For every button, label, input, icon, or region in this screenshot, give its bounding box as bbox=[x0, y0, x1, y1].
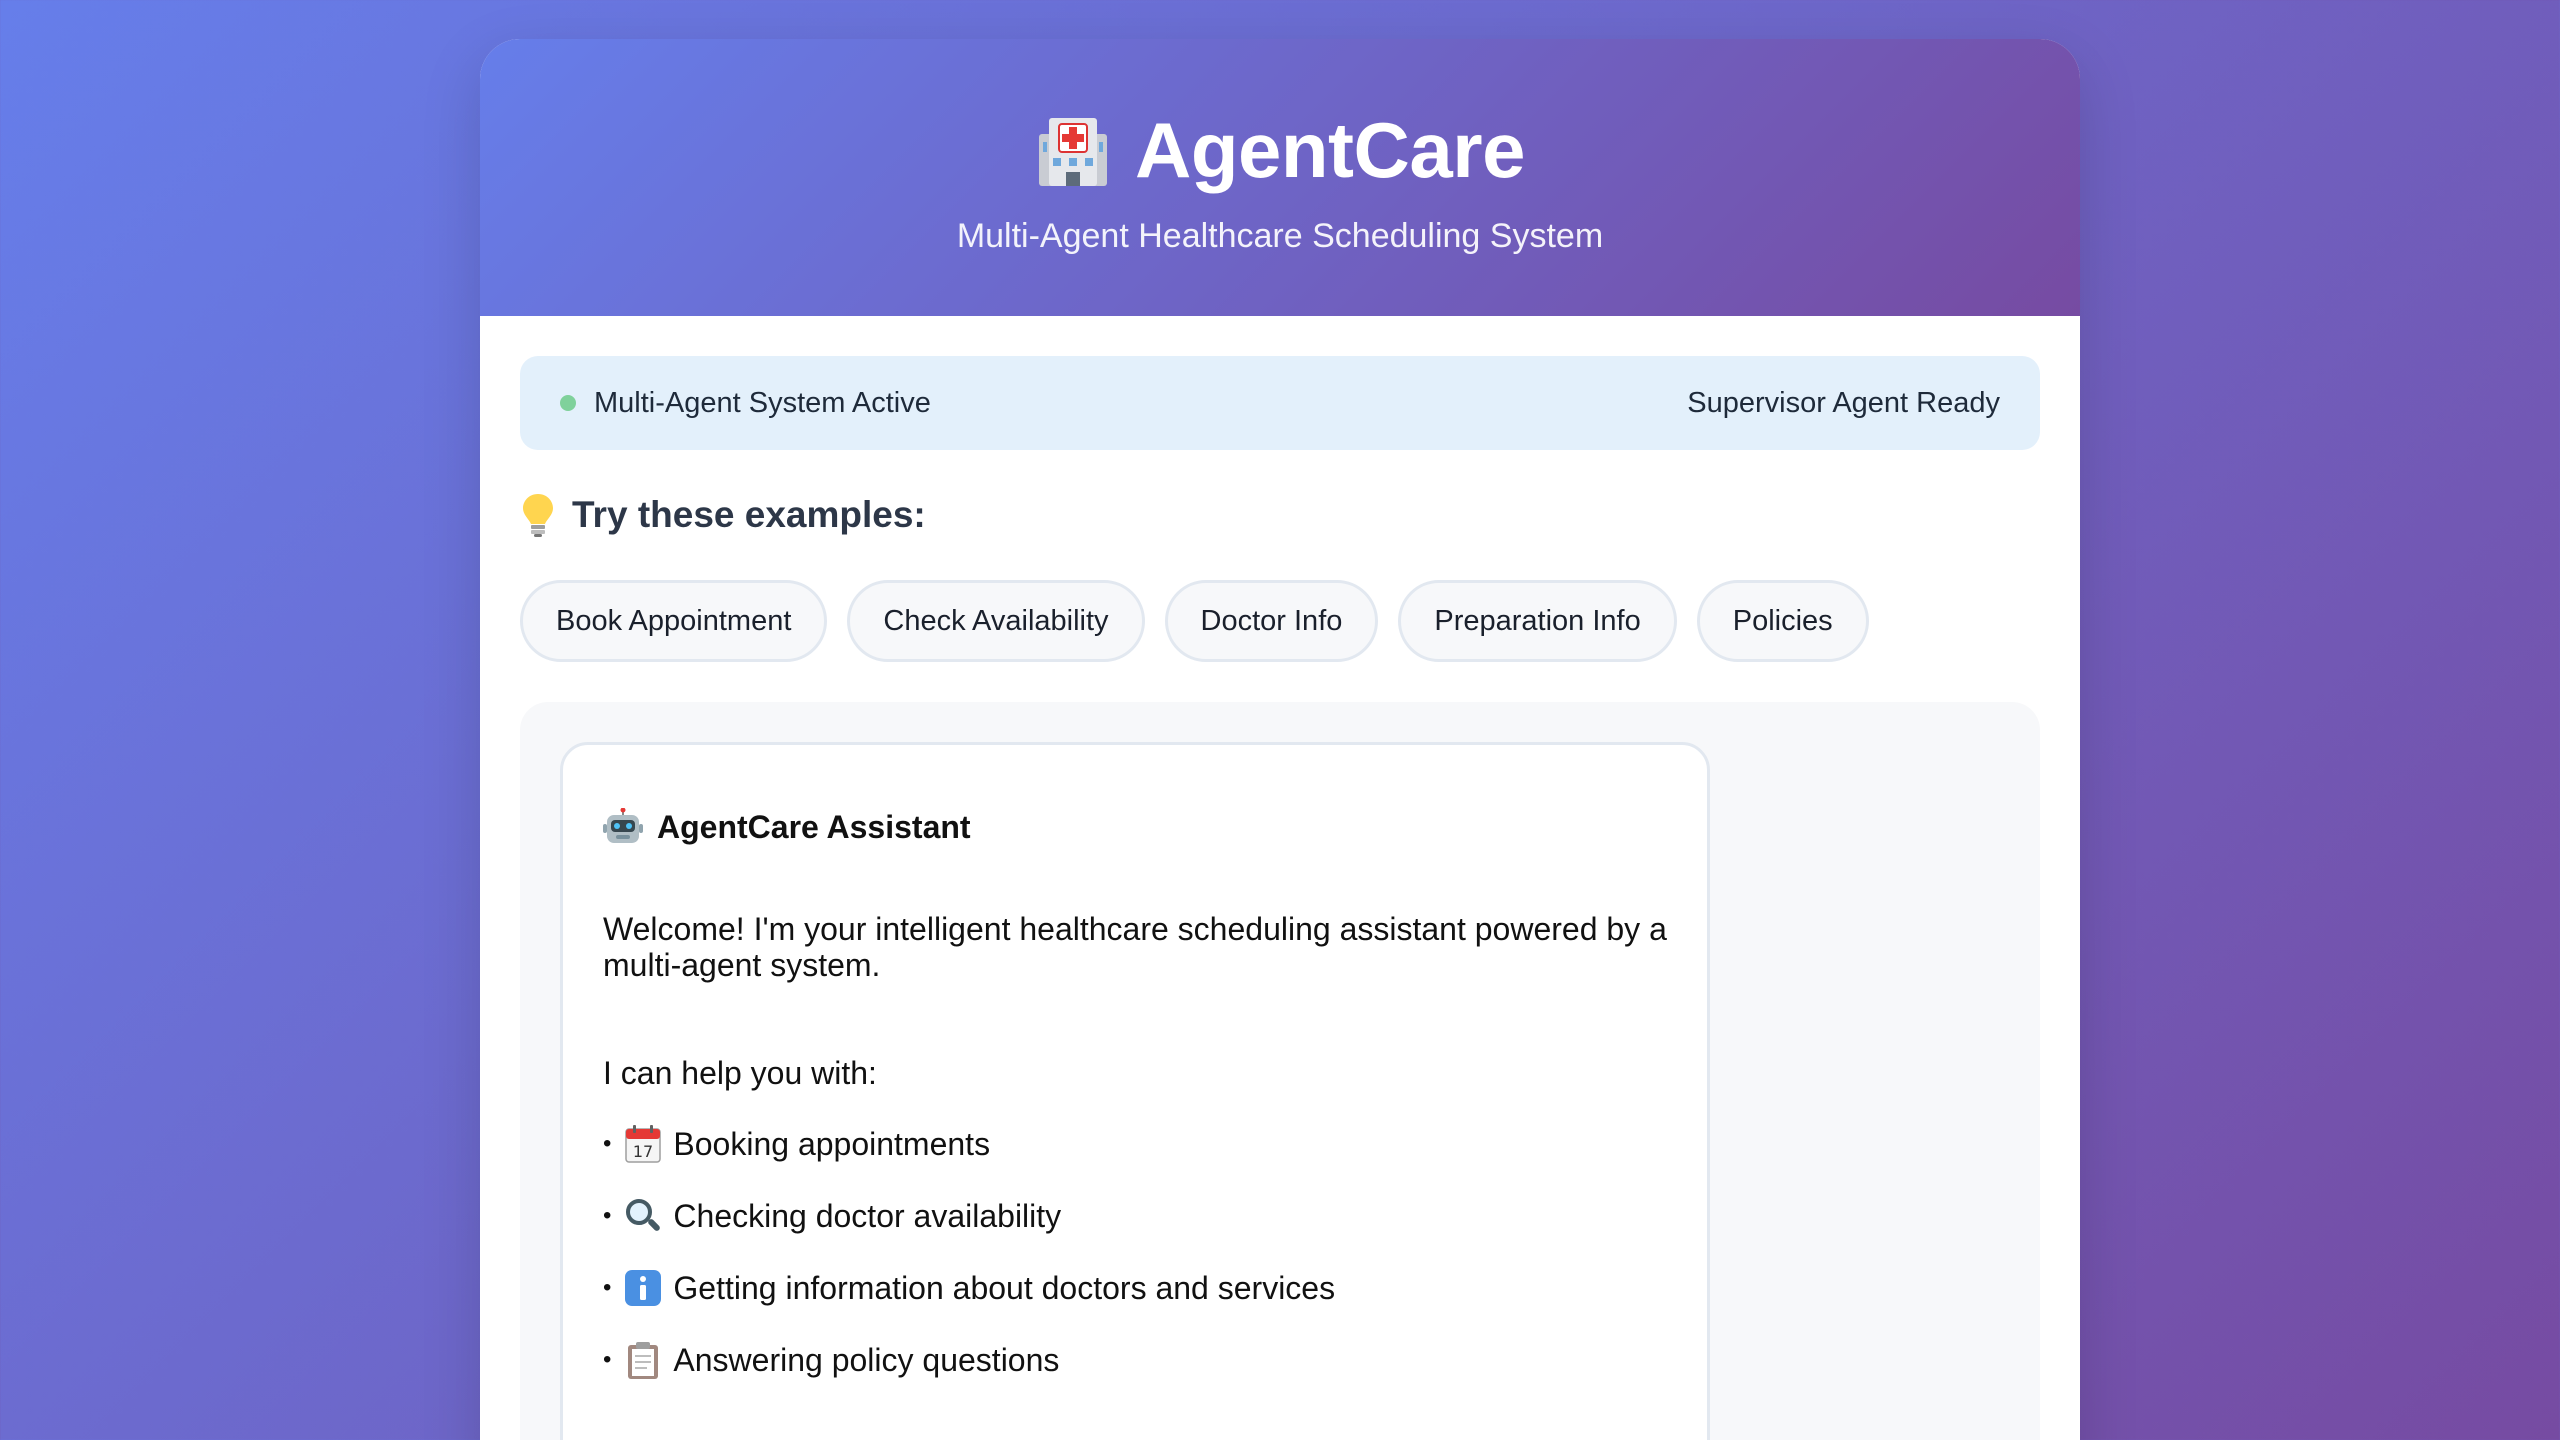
info-icon bbox=[623, 1268, 663, 1308]
examples-heading: Try these examples: bbox=[520, 490, 2040, 540]
feature-text: Answering policy questions bbox=[673, 1341, 1060, 1378]
hospital-icon bbox=[1035, 112, 1111, 188]
intro-text: I can help you with: bbox=[603, 1055, 877, 1091]
lightbulb-icon bbox=[520, 492, 556, 538]
bullet-icon: • bbox=[603, 1202, 612, 1229]
status-supervisor-text: Supervisor Agent Ready bbox=[1687, 386, 2000, 419]
chip-preparation-info[interactable]: Preparation Info bbox=[1398, 580, 1677, 662]
feature-item: • Getting information about doctors and … bbox=[603, 1268, 1667, 1308]
feature-list: • 17 Booking appointments • Checking doc… bbox=[603, 1124, 1667, 1380]
title-row: AgentCare bbox=[480, 105, 2080, 195]
status-system-text: Multi-Agent System Active bbox=[594, 386, 931, 419]
clipboard-icon bbox=[623, 1340, 663, 1380]
chip-doctor-info[interactable]: Doctor Info bbox=[1164, 580, 1379, 662]
examples-title: Try these examples: bbox=[572, 494, 926, 535]
example-chips: Book Appointment Check Availability Doct… bbox=[520, 580, 2040, 662]
message-header: AgentCare Assistant bbox=[603, 807, 1667, 847]
feature-text: Getting information about doctors and se… bbox=[673, 1269, 1336, 1306]
app-container: AgentCare Multi-Agent Healthcare Schedul… bbox=[480, 39, 2080, 1440]
welcome-text: Welcome! I'm your intelligent healthcare… bbox=[603, 911, 1667, 983]
chip-check-availability[interactable]: Check Availability bbox=[847, 580, 1145, 662]
chip-book-appointment[interactable]: Book Appointment bbox=[520, 580, 828, 662]
feature-text: Booking appointments bbox=[673, 1125, 991, 1162]
status-bar: Multi-Agent System Active Supervisor Age… bbox=[520, 356, 2040, 450]
bullet-icon: • bbox=[603, 1130, 612, 1157]
bullet-icon: • bbox=[603, 1346, 612, 1373]
svg-text:17: 17 bbox=[633, 1142, 653, 1161]
app-subtitle: Multi-Agent Healthcare Scheduling System bbox=[956, 217, 1604, 255]
feature-item: • 17 Booking appointments bbox=[603, 1124, 1667, 1164]
status-left: Multi-Agent System Active bbox=[560, 387, 931, 420]
sender-name: AgentCare Assistant bbox=[657, 808, 971, 845]
chat-area[interactable]: AgentCare Assistant Welcome! I'm your in… bbox=[520, 702, 2040, 1440]
assistant-message: AgentCare Assistant Welcome! I'm your in… bbox=[560, 742, 1710, 1440]
feature-text: Checking doctor availability bbox=[673, 1197, 1062, 1234]
calendar-icon: 17 bbox=[623, 1124, 663, 1164]
status-dot-icon bbox=[560, 395, 576, 411]
app-header: AgentCare Multi-Agent Healthcare Schedul… bbox=[480, 39, 2080, 316]
chip-policies[interactable]: Policies bbox=[1696, 580, 1869, 662]
feature-item: • Checking doctor availability bbox=[603, 1196, 1667, 1236]
feature-item: • Answering policy questions bbox=[603, 1340, 1667, 1380]
magnifier-icon bbox=[623, 1196, 663, 1236]
robot-icon bbox=[603, 807, 643, 846]
bullet-icon: • bbox=[603, 1274, 612, 1301]
main-content: Multi-Agent System Active Supervisor Age… bbox=[480, 316, 2080, 1440]
app-title: AgentCare bbox=[1135, 105, 1525, 194]
